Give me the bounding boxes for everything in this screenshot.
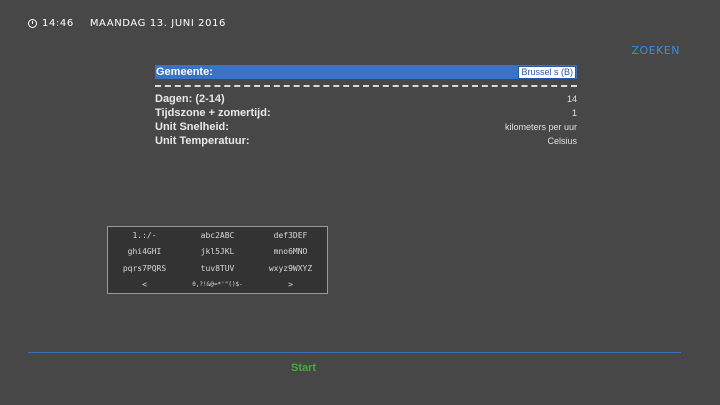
keyboard-key-9[interactable]: wxyz9WXYZ: [254, 260, 327, 277]
keyboard-key-5[interactable]: jkl5JKL: [181, 244, 254, 261]
keyboard-key-left[interactable]: <: [108, 277, 181, 294]
keyboard-key-7[interactable]: pqrs7PQRS: [108, 260, 181, 277]
current-date: MAANDAG 13. JUNI 2016: [89, 17, 227, 29]
temperature-unit-row[interactable]: Unit Temperatuur: Celsius: [155, 134, 577, 148]
keyboard-key-3[interactable]: def3DEF: [254, 227, 327, 244]
divider: [155, 85, 577, 87]
start-button[interactable]: Start: [291, 362, 316, 374]
keyboard-key-0[interactable]: 0,?!&@=*'"()$-: [181, 277, 254, 294]
keyboard-key-1[interactable]: 1.:/-: [108, 227, 181, 244]
settings-panel: Gemeente: Brussel s (B) Dagen: (2-14) 14…: [155, 65, 577, 148]
keyboard-key-right[interactable]: >: [254, 277, 327, 294]
days-value: 14: [566, 94, 577, 104]
status-bar: 14:46 MAANDAG 13. JUNI 2016: [28, 16, 226, 30]
speed-unit-row[interactable]: Unit Snelheid: kilometers per uur: [155, 120, 577, 134]
keyboard-key-6[interactable]: mno6MNO: [254, 244, 327, 261]
search-button[interactable]: ZOEKEN: [631, 44, 680, 57]
temperature-unit-value: Celsius: [547, 136, 577, 146]
speed-unit-value: kilometers per uur: [504, 122, 577, 132]
temperature-unit-label: Unit Temperatuur:: [155, 135, 250, 147]
clock-time: 14:46: [42, 17, 74, 29]
keyboard-key-2[interactable]: abc2ABC: [181, 227, 254, 244]
timezone-label: Tijdszone + zomertijd:: [155, 107, 271, 119]
municipality-label: Gemeente:: [156, 66, 213, 78]
clock-icon: [28, 18, 37, 28]
footer-divider: [28, 352, 681, 353]
keyboard-key-8[interactable]: tuv8TUV: [181, 260, 254, 277]
timezone-value: 1: [571, 108, 577, 118]
speed-unit-label: Unit Snelheid:: [155, 121, 229, 133]
keyboard-key-4[interactable]: ghi4GHI: [108, 244, 181, 261]
municipality-input[interactable]: Brussel s (B): [518, 65, 576, 79]
days-label: Dagen: (2-14): [155, 93, 225, 105]
days-row[interactable]: Dagen: (2-14) 14: [155, 92, 577, 106]
on-screen-keyboard: 1.:/- abc2ABC def3DEF ghi4GHI jkl5JKL mn…: [107, 226, 328, 294]
municipality-row[interactable]: Gemeente: Brussel s (B): [155, 65, 577, 79]
timezone-row[interactable]: Tijdszone + zomertijd: 1: [155, 106, 577, 120]
